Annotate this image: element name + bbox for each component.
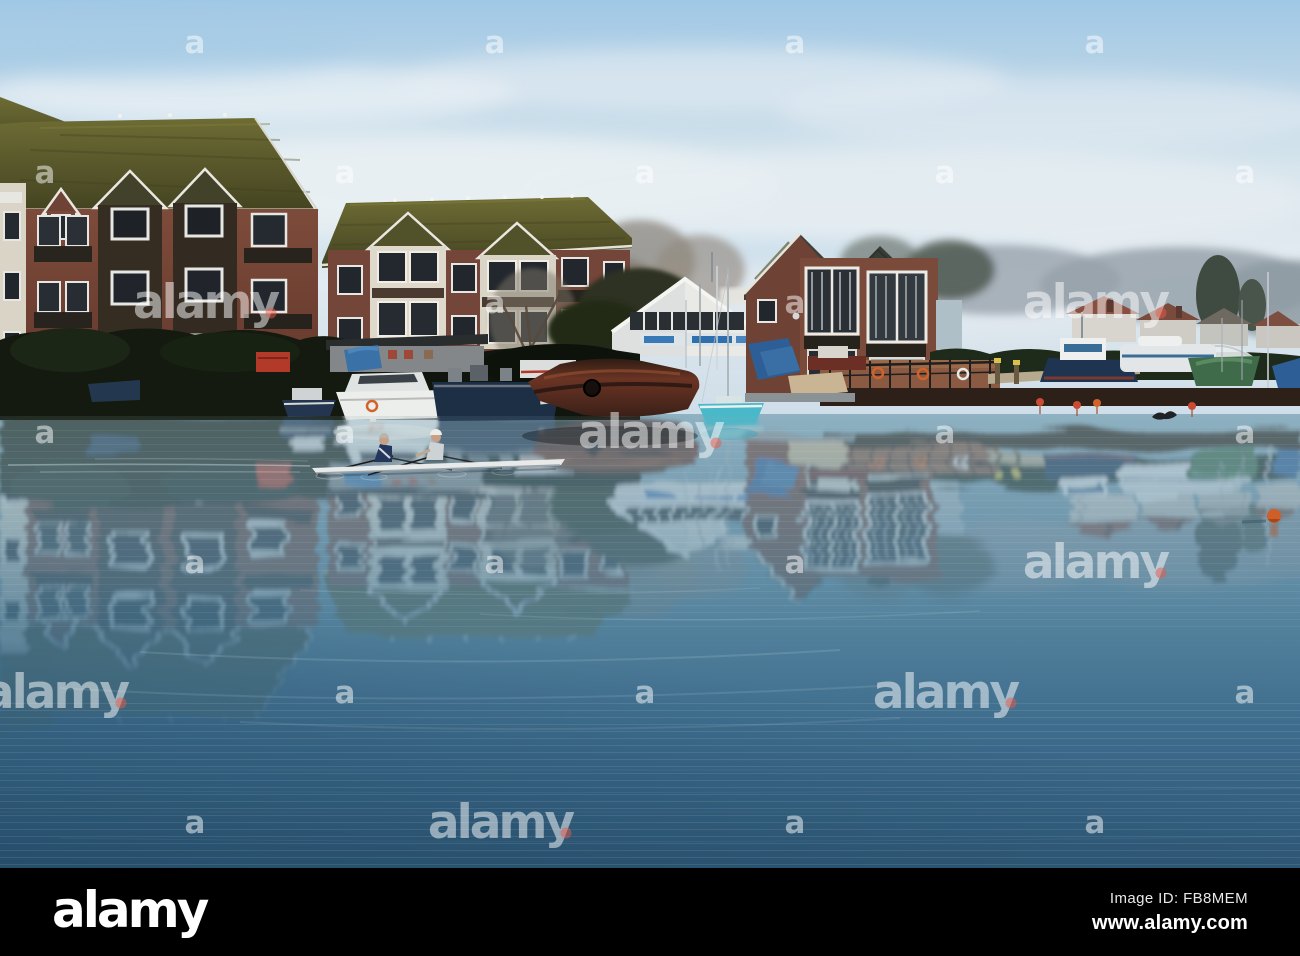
watermark-a: a — [335, 155, 356, 191]
watermark-a: a — [485, 545, 506, 581]
watermark-dot — [265, 307, 277, 319]
watermark-a: a — [1235, 675, 1256, 711]
watermark-dot — [710, 437, 722, 449]
watermark-a: a — [485, 25, 506, 61]
watermark-alamy: alamy — [428, 795, 575, 850]
watermark-a: a — [185, 25, 206, 61]
watermark-a: a — [935, 415, 956, 451]
watermark-a: a — [785, 25, 806, 61]
footer-bar: alamy Image ID: FB8MEM www.alamy.com — [0, 868, 1300, 956]
alamy-logo: alamy — [52, 881, 209, 939]
watermark-dot — [1155, 567, 1167, 579]
watermark-a: a — [485, 285, 506, 321]
watermark-a: a — [185, 545, 206, 581]
watermark-a: a — [785, 545, 806, 581]
image-id: Image ID: FB8MEM — [1109, 889, 1248, 907]
watermark-a: a — [35, 155, 56, 191]
alamy-url: www.alamy.com — [1092, 911, 1248, 934]
stock-photo-page: a a a a a a a a a a a a a a a a a a a a a a a a alamy alamy alamy a… — [0, 0, 1300, 956]
watermark-a: a — [335, 675, 356, 711]
watermark-dot — [560, 827, 572, 839]
watermark-a: a — [1235, 155, 1256, 191]
watermark-dot — [115, 697, 127, 709]
watermark-alamy: alamy — [1023, 535, 1170, 590]
watermark-alamy: alamy — [578, 405, 725, 460]
watermark-a: a — [635, 155, 656, 191]
water-reflections — [0, 416, 1300, 868]
watermark-alamy: alamy — [1023, 275, 1170, 330]
watermark-a: a — [1085, 805, 1106, 841]
watermark-a: a — [935, 155, 956, 191]
watermark-alamy: alamy — [873, 665, 1020, 720]
watermark-dot — [1155, 307, 1167, 319]
watermark-a: a — [785, 285, 806, 321]
watermark-a: a — [1235, 415, 1256, 451]
watermark-dot — [1005, 697, 1017, 709]
watermark-a: a — [335, 415, 356, 451]
watermark-a: a — [785, 805, 806, 841]
photo: a a a a a a a a a a a a a a a a a a a a a a a a alamy alamy alamy a… — [0, 0, 1300, 868]
watermark-a: a — [35, 415, 56, 451]
watermark-alamy: alamy — [0, 665, 129, 720]
watermark-a: a — [1085, 25, 1106, 61]
watermark-a: a — [635, 675, 656, 711]
watermark-a: a — [185, 805, 206, 841]
watermark-alamy: alamy — [133, 275, 280, 330]
